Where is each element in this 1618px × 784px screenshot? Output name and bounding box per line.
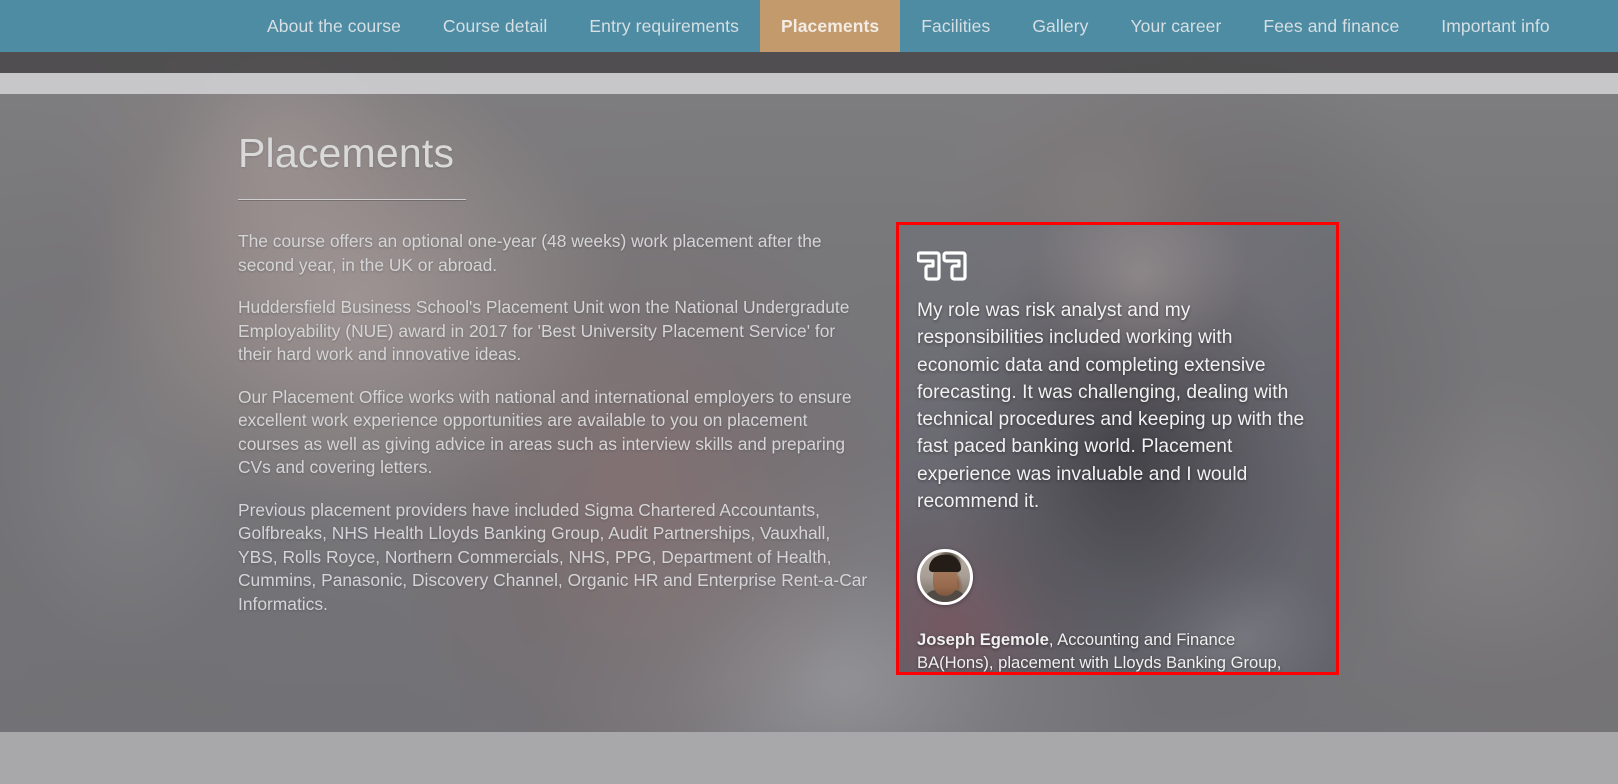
- nav-item-placements[interactable]: Placements: [759, 0, 901, 52]
- nav-item-course-detail[interactable]: Course detail: [422, 0, 568, 52]
- nav-item-entry-requirements[interactable]: Entry requirements: [568, 0, 760, 52]
- testimonial-inner: My role was risk analyst and my responsi…: [899, 225, 1336, 672]
- nav-item-label: Gallery: [1032, 15, 1089, 36]
- nav-item-fees-and-finance[interactable]: Fees and finance: [1242, 0, 1420, 52]
- nav-item-label: Entry requirements: [589, 15, 739, 36]
- body-paragraph: Huddersfield Business School's Placement…: [238, 297, 850, 364]
- nav-item-label: About the course: [267, 15, 401, 36]
- course-navigation[interactable]: About the course Course detail Entry req…: [0, 0, 1618, 52]
- divider-band-dark: [0, 52, 1618, 73]
- testimonial-attribution: Joseph Egemole, Accounting and Finance B…: [917, 629, 1312, 672]
- title-divider: [238, 199, 466, 200]
- body-paragraph: Previous placement providers have includ…: [238, 499, 868, 614]
- divider-band-light: [0, 73, 1618, 94]
- avatar-hair: [929, 555, 961, 573]
- nav-item-label: Important info: [1441, 15, 1550, 36]
- nav-item-gallery[interactable]: Gallery: [1011, 0, 1109, 52]
- attribution-name: Joseph Egemole: [917, 630, 1049, 650]
- nav-item-label: Your career: [1130, 15, 1222, 36]
- nav-item-label: Placements: [780, 15, 880, 36]
- double-quote-icon: [917, 249, 1312, 291]
- testimonial-card: My role was risk analyst and my responsi…: [896, 222, 1339, 675]
- body-paragraph: The course offers an optional one-year (…: [238, 231, 822, 275]
- testimonial-quote-text: My role was risk analyst and my responsi…: [917, 300, 1305, 513]
- avatar: [917, 549, 973, 606]
- nav-item-important-info[interactable]: Important info: [1420, 0, 1570, 52]
- nav-item-label: Fees and finance: [1263, 15, 1400, 36]
- testimonial-content: My role was risk analyst and my responsi…: [917, 249, 1312, 672]
- body-paragraph: Our Placement Office works with national…: [238, 386, 852, 478]
- footer-band: [0, 732, 1618, 784]
- page-root: About the course Course detail Entry req…: [0, 0, 1618, 784]
- nav-item-label: Facilities: [921, 15, 991, 36]
- nav-item-about-the-course[interactable]: About the course: [246, 0, 422, 52]
- nav-item-your-career[interactable]: Your career: [1109, 0, 1242, 52]
- page-title: Placements: [238, 130, 455, 176]
- nav-item-label: Course detail: [442, 15, 548, 36]
- nav-item-facilities[interactable]: Facilities: [900, 0, 1011, 52]
- main-content-column: Placements The course offers an optional…: [238, 130, 888, 635]
